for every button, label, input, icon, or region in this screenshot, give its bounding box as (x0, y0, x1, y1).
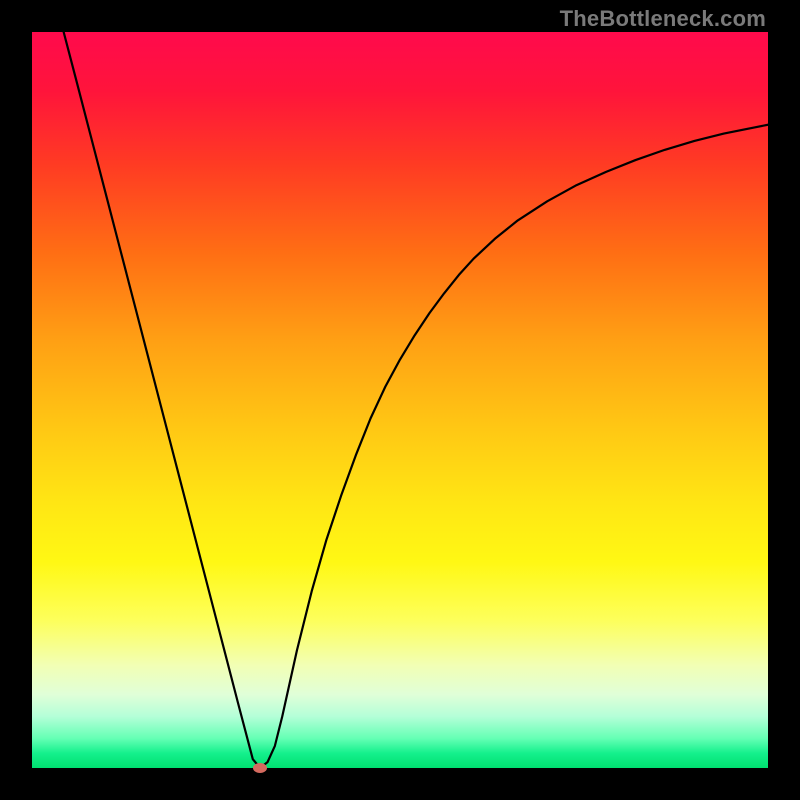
curve-svg (32, 32, 768, 768)
chart-container: TheBottleneck.com (0, 0, 800, 800)
bottleneck-curve (64, 32, 768, 768)
watermark-text: TheBottleneck.com (560, 6, 766, 32)
minimum-marker (253, 763, 267, 773)
plot-area (32, 32, 768, 768)
